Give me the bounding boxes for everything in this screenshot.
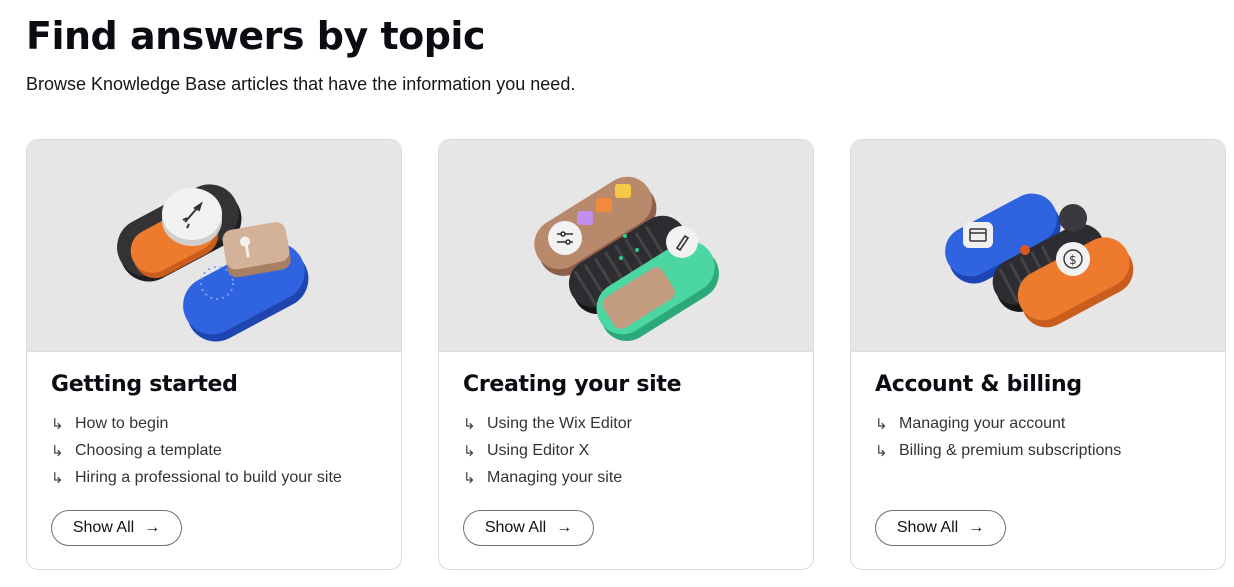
card-link-hiring-professional[interactable]: ↳ Hiring a professional to build your si… — [51, 464, 342, 491]
card-link-list: ↳ Managing your account ↳ Billing & prem… — [875, 410, 1121, 464]
arrow-right-icon: → — [968, 519, 985, 536]
show-all-button[interactable]: Show All → — [875, 510, 1006, 546]
getting-started-illustration — [27, 140, 401, 352]
card-link-choosing-template[interactable]: ↳ Choosing a template — [51, 437, 342, 464]
card-link-managing-site[interactable]: ↳ Managing your site — [463, 464, 632, 491]
creating-site-illustration — [439, 140, 813, 352]
show-all-label: Show All — [896, 519, 959, 536]
show-all-label: Show All — [72, 519, 135, 536]
card-link-editor-x[interactable]: ↳ Using Editor X — [463, 437, 632, 464]
card-link-billing-premium[interactable]: ↳ Billing & premium subscriptions — [875, 437, 1121, 464]
subdirectory-arrow-icon: ↳ — [51, 442, 64, 460]
account-billing-illustration: $ — [851, 140, 1225, 352]
show-all-button[interactable]: Show All → — [51, 510, 182, 546]
subdirectory-arrow-icon: ↳ — [51, 415, 64, 433]
card-link-label: Using the Wix Editor — [487, 414, 632, 432]
card-title: Getting started — [51, 372, 238, 397]
show-all-label: Show All — [484, 519, 547, 536]
topic-card-creating-site[interactable]: Creating your site ↳ Using the Wix Edito… — [438, 139, 814, 570]
card-link-wix-editor[interactable]: ↳ Using the Wix Editor — [463, 410, 632, 437]
subdirectory-arrow-icon: ↳ — [51, 469, 64, 487]
topic-card-getting-started[interactable]: Getting started ↳ How to begin ↳ Choosin… — [26, 139, 402, 570]
page-subtitle: Browse Knowledge Base articles that have… — [26, 74, 576, 94]
card-link-label: Hiring a professional to build your site — [75, 468, 342, 486]
card-link-managing-account[interactable]: ↳ Managing your account — [875, 410, 1121, 437]
subdirectory-arrow-icon: ↳ — [875, 415, 888, 433]
subdirectory-arrow-icon: ↳ — [875, 442, 888, 460]
subdirectory-arrow-icon: ↳ — [463, 469, 476, 487]
card-link-list: ↳ Using the Wix Editor ↳ Using Editor X … — [463, 410, 632, 491]
card-link-list: ↳ How to begin ↳ Choosing a template ↳ H… — [51, 410, 342, 491]
card-link-label: Choosing a template — [75, 441, 222, 459]
arrow-right-icon: → — [556, 519, 573, 536]
svg-text:$: $ — [1069, 253, 1077, 267]
topic-cards: Getting started ↳ How to begin ↳ Choosin… — [26, 139, 1226, 570]
arrow-right-icon: → — [144, 519, 161, 536]
card-link-label: Billing & premium subscriptions — [899, 441, 1122, 459]
subdirectory-arrow-icon: ↳ — [463, 415, 476, 433]
topic-card-account-billing[interactable]: $ Account & billing ↳ Managing your acco… — [850, 139, 1226, 570]
show-all-button[interactable]: Show All → — [463, 510, 594, 546]
card-link-how-to-begin[interactable]: ↳ How to begin — [51, 410, 342, 437]
subdirectory-arrow-icon: ↳ — [463, 442, 476, 460]
card-link-label: Managing your account — [899, 414, 1066, 432]
card-link-label: Using Editor X — [487, 441, 590, 459]
page-title: Find answers by topic — [26, 14, 485, 58]
card-title: Account & billing — [875, 372, 1082, 397]
card-link-label: Managing your site — [487, 468, 623, 486]
card-title: Creating your site — [463, 372, 682, 397]
card-link-label: How to begin — [75, 414, 169, 432]
